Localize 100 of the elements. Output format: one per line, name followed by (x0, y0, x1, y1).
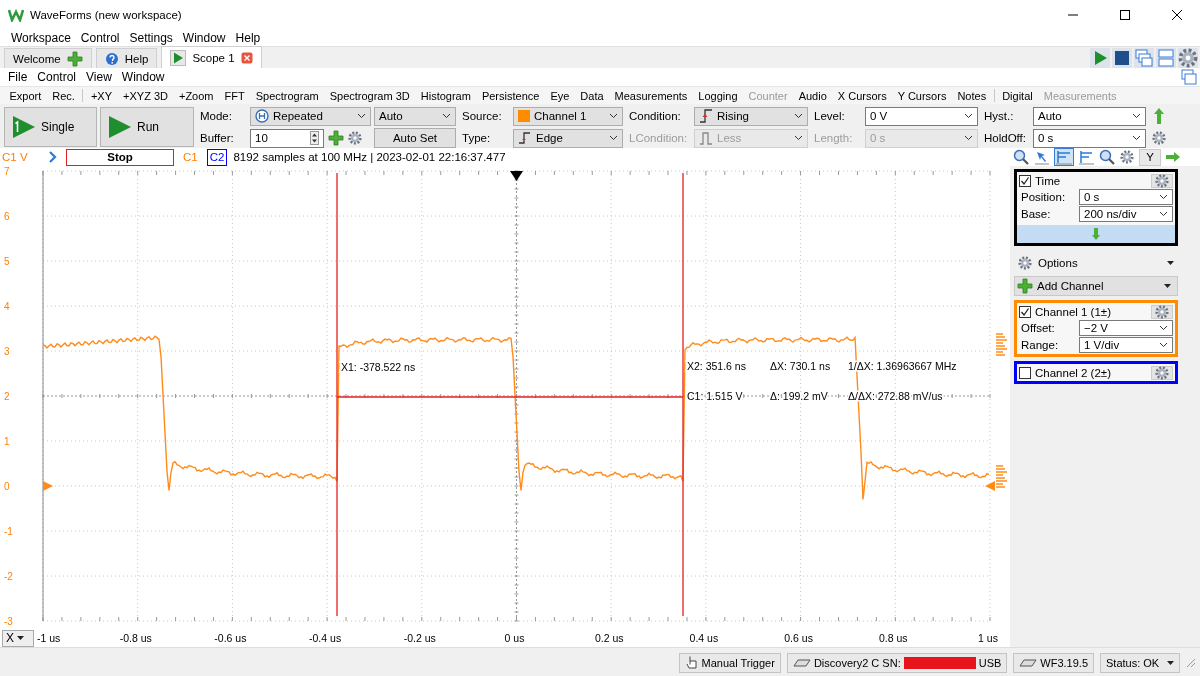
stop-button[interactable]: Stop (66, 148, 174, 166)
auto-set-button[interactable]: Auto Set (374, 128, 456, 148)
toolbar-button[interactable]: +XYZ 3D (117, 87, 174, 104)
caret-icon[interactable] (1159, 325, 1168, 331)
edge-icon[interactable] (518, 130, 532, 146)
dropdown-triangle-icon[interactable] (17, 636, 24, 640)
caret-icon[interactable] (1132, 135, 1141, 141)
up-arrow-icon[interactable] (1154, 108, 1164, 124)
gear-icon[interactable] (1155, 365, 1169, 380)
manual-trigger-button[interactable]: Manual Trigger (678, 652, 781, 673)
add-channel-button[interactable]: Add Channel (1014, 276, 1178, 296)
dropdown-triangle-icon[interactable] (1164, 284, 1171, 288)
combo-box[interactable]: 0 s (1079, 189, 1173, 205)
menu-item[interactable]: View (81, 70, 117, 84)
tab[interactable]: Help (95, 48, 158, 68)
y-axis-button[interactable]: Y (1139, 148, 1161, 166)
toolbar-button[interactable]: Measurements (609, 87, 693, 104)
hand-pointer-icon[interactable] (684, 654, 699, 671)
plus-icon[interactable] (66, 50, 83, 67)
gear-icon[interactable] (1152, 131, 1166, 145)
caret-icon[interactable] (1132, 113, 1141, 119)
run-icon[interactable] (1090, 47, 1110, 68)
dropdown[interactable]: Repeated (250, 106, 371, 126)
repeat-icon[interactable] (255, 109, 269, 123)
toolbar-button[interactable]: +Zoom (173, 87, 219, 104)
toolbar-button[interactable]: Histogram (415, 87, 477, 104)
maximize-icon[interactable] (1119, 10, 1131, 20)
caret-icon[interactable] (1159, 211, 1168, 217)
menu-item[interactable]: Window (177, 31, 231, 45)
menu-item[interactable]: Window (116, 70, 170, 84)
dropdown[interactable]: Edge (513, 128, 623, 148)
combo-box[interactable]: −2 V (1079, 320, 1173, 336)
toolbar-button[interactable]: Eye (544, 87, 575, 104)
spin-box[interactable]: 10 (250, 128, 324, 148)
zoom-icon[interactable] (1013, 149, 1029, 165)
close-icon[interactable] (1171, 10, 1183, 20)
toolbar-button[interactable]: X Cursors (832, 87, 893, 104)
checkbox[interactable] (1019, 305, 1031, 318)
menu-item[interactable]: Control (32, 70, 82, 84)
chevron-icon[interactable] (48, 151, 58, 163)
channel-button[interactable]: C2 (206, 148, 228, 166)
menu-item[interactable]: Control (75, 31, 125, 45)
combo-box[interactable]: 200 ns/div (1079, 206, 1173, 222)
toolbar-button[interactable]: Y Cursors (892, 87, 952, 104)
combo-box[interactable]: 0 s (1033, 128, 1146, 148)
plus-icon[interactable] (1017, 278, 1033, 294)
menu-item[interactable]: Settings (124, 31, 178, 45)
dropdown-triangle-icon[interactable] (1167, 660, 1174, 665)
menu-item[interactable]: Help (230, 31, 266, 45)
window-icon[interactable] (1181, 69, 1197, 85)
toolbar-button[interactable]: Notes (951, 87, 992, 104)
combo-box[interactable]: Auto (1033, 106, 1146, 126)
toolbar-button[interactable]: Export (4, 87, 47, 104)
gear-icon[interactable] (1178, 47, 1198, 68)
toolbar-button[interactable]: Data (574, 87, 610, 104)
pointer-icon[interactable] (1034, 149, 1050, 165)
stop-icon[interactable] (1112, 47, 1132, 68)
dropdown-triangle-icon[interactable] (1167, 261, 1174, 265)
menu-item[interactable]: Workspace (6, 31, 76, 45)
right-arrow-icon[interactable] (1166, 152, 1180, 162)
x-axis-dropdown[interactable]: X (2, 629, 34, 647)
channel-swatch-icon[interactable] (518, 110, 530, 122)
gear-icon[interactable] (1120, 150, 1134, 164)
rising-edge-icon[interactable] (699, 108, 713, 124)
caret-icon[interactable] (1159, 342, 1168, 348)
toolbar-button[interactable]: FFT (219, 87, 251, 104)
single-button[interactable]: Single (4, 107, 97, 147)
toolbar-button[interactable]: Logging (692, 87, 743, 104)
plus-icon[interactable] (328, 130, 344, 146)
menu-item[interactable]: File (3, 70, 33, 84)
gear-icon[interactable] (1018, 256, 1032, 270)
toolbar-button[interactable]: Persistence (476, 87, 545, 104)
tab[interactable]: Scope 1 (161, 46, 262, 68)
status-button[interactable]: Status: OK (1100, 652, 1180, 673)
toolbar-button[interactable]: Rec. (46, 87, 81, 104)
spin-arrows-icon[interactable] (310, 131, 319, 145)
gear-icon[interactable] (348, 131, 362, 145)
options-label[interactable]: Options (1038, 257, 1161, 269)
checkbox[interactable] (1019, 174, 1031, 187)
gear-icon[interactable] (1155, 173, 1169, 188)
run-button[interactable]: Run (100, 107, 194, 147)
toolbar-button[interactable]: Spectrogram (250, 87, 325, 104)
dropdown[interactable]: Channel 1 (513, 106, 623, 126)
single-run-icon[interactable] (11, 114, 37, 140)
combo-box[interactable]: 0 V (865, 106, 978, 126)
combo-box[interactable]: 1 V/div (1079, 337, 1173, 353)
caret-icon[interactable] (794, 113, 803, 119)
gear-icon[interactable] (1155, 304, 1169, 319)
toolbar-button[interactable]: Digital (996, 87, 1039, 104)
horizontal-cursor-icon[interactable] (1078, 149, 1094, 165)
help-icon[interactable] (104, 51, 119, 66)
caret-icon[interactable] (442, 113, 451, 119)
caret-icon[interactable] (1159, 194, 1168, 200)
caret-icon[interactable] (357, 113, 366, 119)
caret-icon[interactable] (609, 135, 618, 141)
play-icon[interactable] (170, 49, 187, 66)
tab[interactable]: Welcome (4, 48, 92, 68)
toolbar-button[interactable]: Audio (793, 87, 833, 104)
caret-icon[interactable] (609, 113, 618, 119)
zoom-icon[interactable] (1099, 149, 1115, 165)
